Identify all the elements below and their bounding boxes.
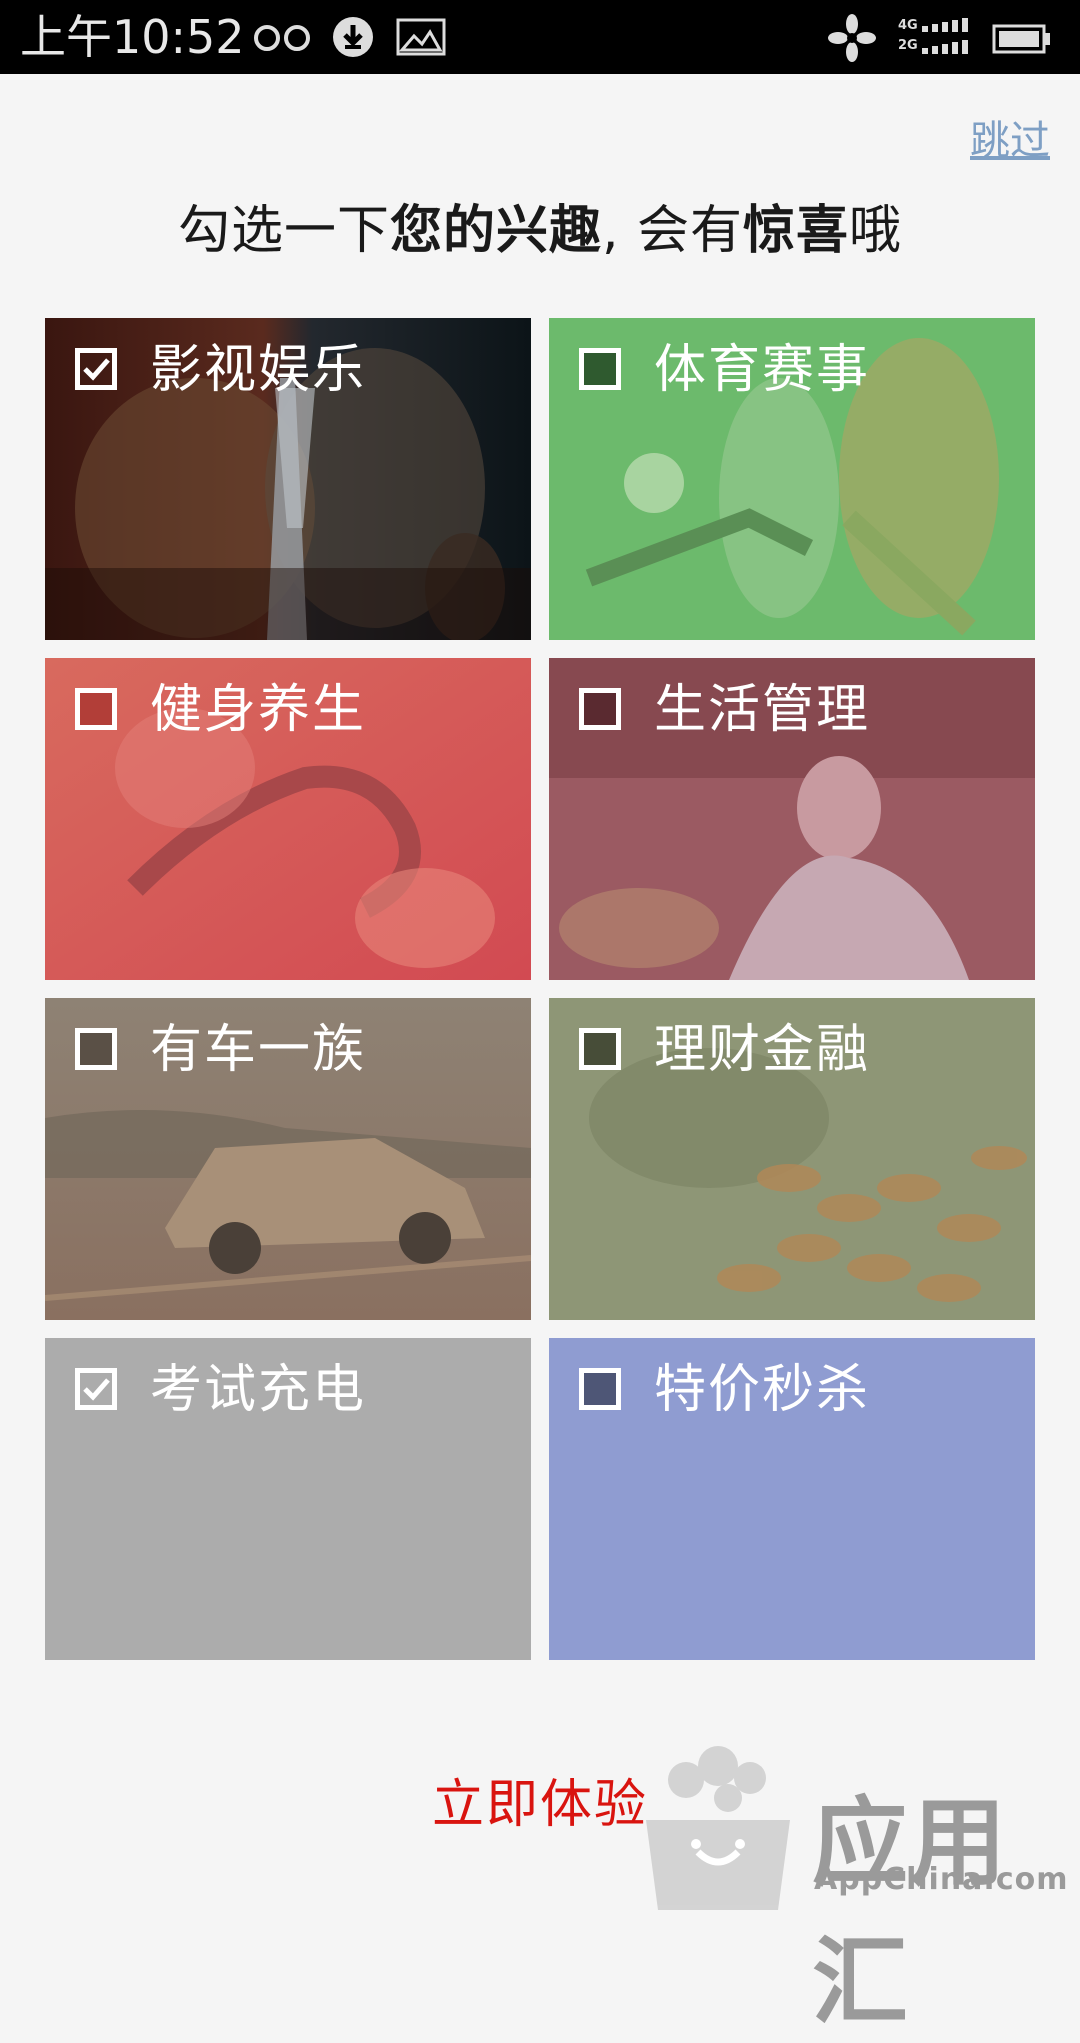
appchina-logo-icon	[646, 1746, 790, 1910]
tile-label: 健身养生	[150, 680, 367, 740]
checkbox-entertainment[interactable]	[75, 348, 117, 390]
checkmark-icon	[83, 358, 110, 381]
title-part-3: , 会有	[601, 201, 744, 261]
tile-label: 特价秒杀	[654, 1360, 871, 1420]
checkmark-icon	[83, 1378, 110, 1401]
checkbox-exam[interactable]	[75, 1368, 117, 1410]
notification-flower-icon	[828, 14, 876, 62]
tile-label: 考试充电	[150, 1360, 367, 1420]
checkbox-sports[interactable]	[579, 348, 621, 390]
signal-bars-icon	[922, 18, 968, 54]
watermark-sub: AppChina.com	[814, 1862, 1069, 1897]
interest-tile-flash-sale[interactable]: 特价秒杀	[549, 1338, 1035, 1660]
voicemail-icon	[254, 25, 310, 51]
tile-label: 生活管理	[654, 680, 871, 740]
checkbox-fitness[interactable]	[75, 688, 117, 730]
skip-link[interactable]: 跳过	[970, 108, 1050, 166]
status-bar: 上午10:52 4G 2G	[0, 0, 1080, 74]
watermark-brand: 应用汇	[812, 1787, 1008, 2038]
tile-label: 体育赛事	[654, 340, 871, 400]
interest-tile-entertainment[interactable]: 影视娱乐	[45, 318, 531, 640]
interest-tile-life[interactable]: 生活管理	[549, 658, 1035, 980]
interest-tile-exam[interactable]: 考试充电	[45, 1338, 531, 1660]
title-part-1: 勾选一下	[177, 201, 390, 261]
checkbox-life[interactable]	[579, 688, 621, 730]
interest-tile-cars[interactable]: 有车一族	[45, 998, 531, 1320]
interest-tile-finance[interactable]: 理财金融	[549, 998, 1035, 1320]
checkbox-cars[interactable]	[75, 1028, 117, 1070]
download-icon	[333, 17, 373, 57]
tile-label: 理财金融	[654, 1020, 871, 1080]
title-part-5: 哦	[849, 201, 903, 261]
battery-icon	[992, 24, 1050, 54]
tile-label: 有车一族	[150, 1020, 367, 1080]
start-button[interactable]: 立即体验	[432, 1762, 648, 1837]
tile-label: 影视娱乐	[150, 340, 367, 400]
image-icon	[396, 18, 446, 56]
interest-tile-fitness[interactable]: 健身养生	[45, 658, 531, 980]
status-time: 上午10:52	[20, 10, 245, 64]
signal-4g-icon: 4G	[898, 18, 918, 33]
title-part-4: 惊喜	[743, 201, 850, 261]
interest-tile-sports[interactable]: 体育赛事	[549, 318, 1035, 640]
checkbox-finance[interactable]	[579, 1028, 621, 1070]
signal-2g-icon: 2G	[898, 38, 918, 53]
checkbox-flash-sale[interactable]	[579, 1368, 621, 1410]
title-part-2: 您的兴趣	[389, 201, 602, 261]
page-title: 勾选一下您的兴趣, 会有惊喜哦	[0, 196, 1080, 266]
